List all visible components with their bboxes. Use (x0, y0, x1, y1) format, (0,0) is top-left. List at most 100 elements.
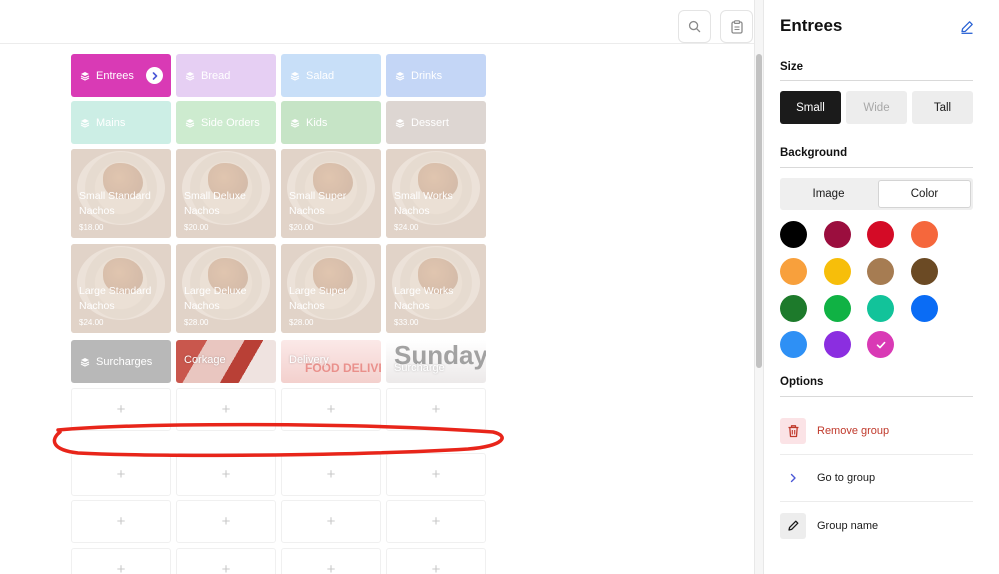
menu-item-tile[interactable]: Large Super Nachos $28.00 (281, 244, 381, 333)
group-tile[interactable]: Salad (281, 54, 381, 97)
add-tile-button[interactable]: + (176, 388, 276, 431)
menu-item-tile[interactable]: Small Standard Nachos $18.00 (71, 149, 171, 238)
add-tile-button[interactable]: + (281, 388, 381, 431)
menu-item-price: $28.00 (184, 318, 209, 327)
search-button[interactable] (678, 10, 711, 43)
group-tile[interactable]: Mains (71, 101, 171, 144)
color-swatch[interactable] (911, 295, 938, 322)
menu-item-price: $20.00 (289, 223, 314, 232)
color-swatch[interactable] (780, 295, 807, 322)
add-tile-button[interactable]: + (281, 453, 381, 496)
add-tile-button[interactable]: + (176, 548, 276, 574)
menu-item-name: Corkage (184, 354, 226, 366)
menu-item-tile[interactable]: Corkage (176, 340, 276, 383)
background-color-option[interactable]: Color (878, 180, 971, 208)
menu-item-tile[interactable]: Large Deluxe Nachos $28.00 (176, 244, 276, 333)
remove-group-label: Remove group (817, 425, 890, 437)
background-image-option[interactable]: Image (782, 180, 875, 208)
divider (780, 396, 973, 397)
clipboard-button[interactable] (720, 10, 753, 43)
add-tile-button[interactable]: + (281, 500, 381, 543)
background-section-title: Background (780, 147, 848, 159)
stack-icon (80, 357, 90, 367)
edit-title-icon[interactable] (959, 19, 975, 35)
add-tile-button[interactable]: + (71, 388, 171, 431)
stack-icon (290, 118, 300, 128)
menu-item-name: Delivery (289, 354, 329, 366)
add-tile-button[interactable]: + (386, 548, 486, 574)
plus-icon: + (221, 513, 231, 530)
stack-icon (80, 118, 90, 128)
menu-item-tile[interactable]: Large Works Nachos $33.00 (386, 244, 486, 333)
grid-scrollbar[interactable] (754, 0, 764, 574)
options-section-title: Options (780, 376, 824, 388)
plus-icon: + (116, 513, 126, 530)
group-tile[interactable]: Surcharges (71, 340, 171, 383)
color-swatch[interactable] (780, 258, 807, 285)
group-tile-label: Side Orders (201, 116, 260, 129)
color-swatch[interactable] (867, 331, 894, 358)
menu-item-tile[interactable]: Large Standard Nachos $24.00 (71, 244, 171, 333)
add-tile-button[interactable]: + (71, 500, 171, 543)
menu-item-tile[interactable]: FOOD DELIVERYDelivery (281, 340, 381, 383)
add-tile-button[interactable]: + (176, 500, 276, 543)
menu-item-name: Small Super Nachos (289, 190, 347, 217)
size-wide-button[interactable]: Wide (846, 91, 907, 124)
color-swatch[interactable] (911, 221, 938, 248)
stack-icon (395, 71, 405, 81)
menu-item-name: Large Standard Nachos (79, 285, 152, 312)
scrollbar-thumb[interactable] (756, 54, 762, 368)
add-tile-button[interactable]: + (71, 548, 171, 574)
group-tile[interactable]: Dessert (386, 101, 486, 144)
menu-item-price: $18.00 (79, 223, 104, 232)
open-group-icon[interactable] (146, 67, 163, 84)
add-tile-button[interactable]: + (386, 453, 486, 496)
color-swatch[interactable] (824, 295, 851, 322)
pencil-icon (780, 512, 806, 539)
group-tile[interactable]: Drinks (386, 54, 486, 97)
color-swatch[interactable] (867, 221, 894, 248)
group-tile[interactable]: Entrees (71, 54, 171, 97)
menu-item-tile[interactable]: Small Works Nachos $24.00 (386, 149, 486, 238)
color-swatch[interactable] (824, 331, 851, 358)
remove-group-option[interactable]: Remove group (780, 408, 973, 455)
menu-item-name: Surcharge (394, 362, 445, 374)
add-tile-button[interactable]: + (386, 500, 486, 543)
group-tile[interactable]: Kids (281, 101, 381, 144)
group-tile[interactable]: Bread (176, 54, 276, 97)
group-tile-label: Dessert (411, 116, 449, 129)
color-swatch[interactable] (911, 258, 938, 285)
group-tile-label: Salad (306, 69, 335, 82)
group-tile-label: Kids (306, 116, 328, 129)
color-swatch[interactable] (824, 221, 851, 248)
color-swatch[interactable] (780, 221, 807, 248)
menu-item-tile[interactable]: Sunday!Surcharge (386, 340, 486, 383)
color-swatch[interactable] (824, 258, 851, 285)
group-settings-panel: Entrees Size Small Wide Tall Background … (764, 0, 999, 574)
group-tile[interactable]: Side Orders (176, 101, 276, 144)
menu-item-price: $24.00 (394, 223, 419, 232)
plus-icon: + (326, 513, 336, 530)
divider (780, 80, 973, 81)
group-tile-label: Drinks (411, 69, 443, 82)
trash-icon (780, 418, 806, 444)
add-tile-button[interactable]: + (71, 453, 171, 496)
menu-item-tile[interactable]: Small Deluxe Nachos $20.00 (176, 149, 276, 238)
size-small-button[interactable]: Small (780, 91, 841, 124)
go-to-group-option[interactable]: Go to group (780, 455, 973, 502)
add-tile-button[interactable]: + (281, 548, 381, 574)
menu-item-tile[interactable]: Small Super Nachos $20.00 (281, 149, 381, 238)
stack-icon (185, 118, 195, 128)
color-swatch[interactable] (867, 295, 894, 322)
size-tall-button[interactable]: Tall (912, 91, 973, 124)
add-tile-button[interactable]: + (386, 388, 486, 431)
add-tile-button[interactable]: + (176, 453, 276, 496)
color-swatch[interactable] (780, 331, 807, 358)
chevron-right-icon (780, 465, 806, 491)
plus-icon: + (431, 466, 441, 483)
menu-item-price: $20.00 (184, 223, 209, 232)
group-tile-label: Surcharges (96, 355, 153, 368)
color-swatch[interactable] (867, 258, 894, 285)
group-name-option[interactable]: Group name (780, 502, 973, 549)
menu-item-price: $33.00 (394, 318, 419, 327)
